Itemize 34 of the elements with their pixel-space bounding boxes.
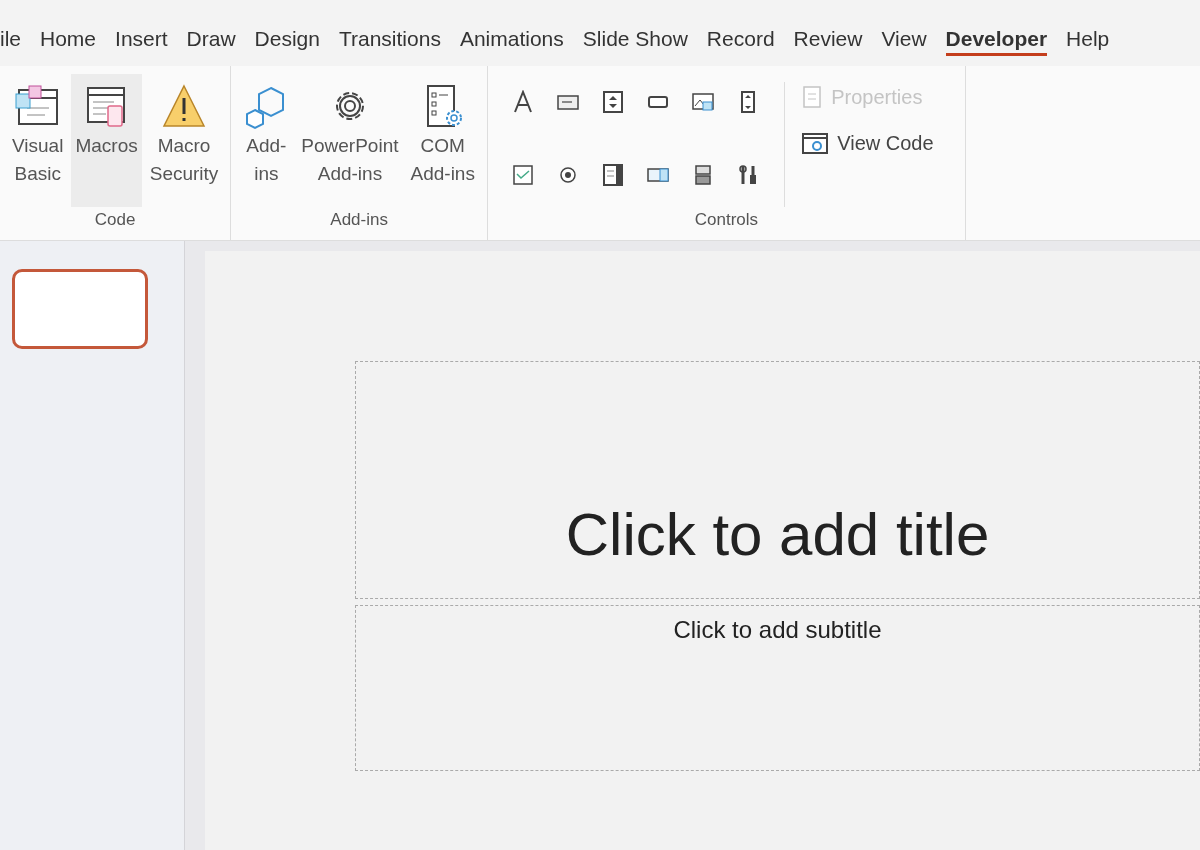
slide-thumbnail[interactable]	[12, 269, 148, 349]
ribbon-button[interactable]: View Code	[801, 128, 934, 158]
group-label: Controls	[694, 208, 759, 231]
spin-button-icon[interactable]	[601, 90, 626, 114]
image-control-icon[interactable]	[691, 90, 716, 114]
ribbon-button[interactable]: Macro Security	[145, 74, 223, 207]
code-view-icon	[801, 131, 830, 155]
properties-icon	[801, 85, 824, 109]
ribbon-button[interactable]: Visual Basic	[8, 74, 68, 207]
ribbon-tab[interactable]: Developer	[945, 25, 1048, 56]
ribbon-button[interactable]: PowerPoint Add-ins	[297, 74, 403, 207]
checkbox-icon[interactable]	[511, 163, 536, 188]
ribbon-button[interactable]: Macros	[71, 74, 142, 207]
title-placeholder[interactable]: Click to add title	[355, 361, 1200, 599]
ribbon-tab[interactable]: Help	[1066, 25, 1110, 56]
subtitle-placeholder[interactable]: Click to add subtitle	[355, 605, 1200, 771]
combo-box-icon[interactable]	[601, 163, 626, 188]
ribbon-tab[interactable]: Draw	[186, 25, 236, 56]
ribbon-button[interactable]: COM Add-ins	[406, 74, 479, 207]
ribbon-tab[interactable]: ile	[0, 25, 21, 56]
group-label: Code	[94, 208, 136, 231]
ribbon-tab[interactable]: Animations	[459, 25, 564, 56]
ribbon-tab[interactable]: Insert	[115, 25, 168, 56]
ribbon-tab[interactable]: View	[881, 25, 927, 56]
ribbon-tab[interactable]: Transitions	[338, 25, 441, 56]
ribbon-tab[interactable]: Design	[254, 25, 320, 56]
subtitle-text: Click to add subtitle	[673, 615, 882, 645]
ribbon-tab[interactable]: Slide Show	[582, 25, 688, 56]
title-text: Click to add title	[565, 500, 990, 570]
ribbon-button[interactable]: Add- ins	[239, 74, 294, 207]
ribbon-tab[interactable]: Home	[40, 25, 97, 56]
ribbon-tab[interactable]: Record	[706, 25, 775, 56]
ribbon-tab[interactable]: Review	[793, 25, 863, 56]
group-label: Add-ins	[330, 208, 388, 231]
